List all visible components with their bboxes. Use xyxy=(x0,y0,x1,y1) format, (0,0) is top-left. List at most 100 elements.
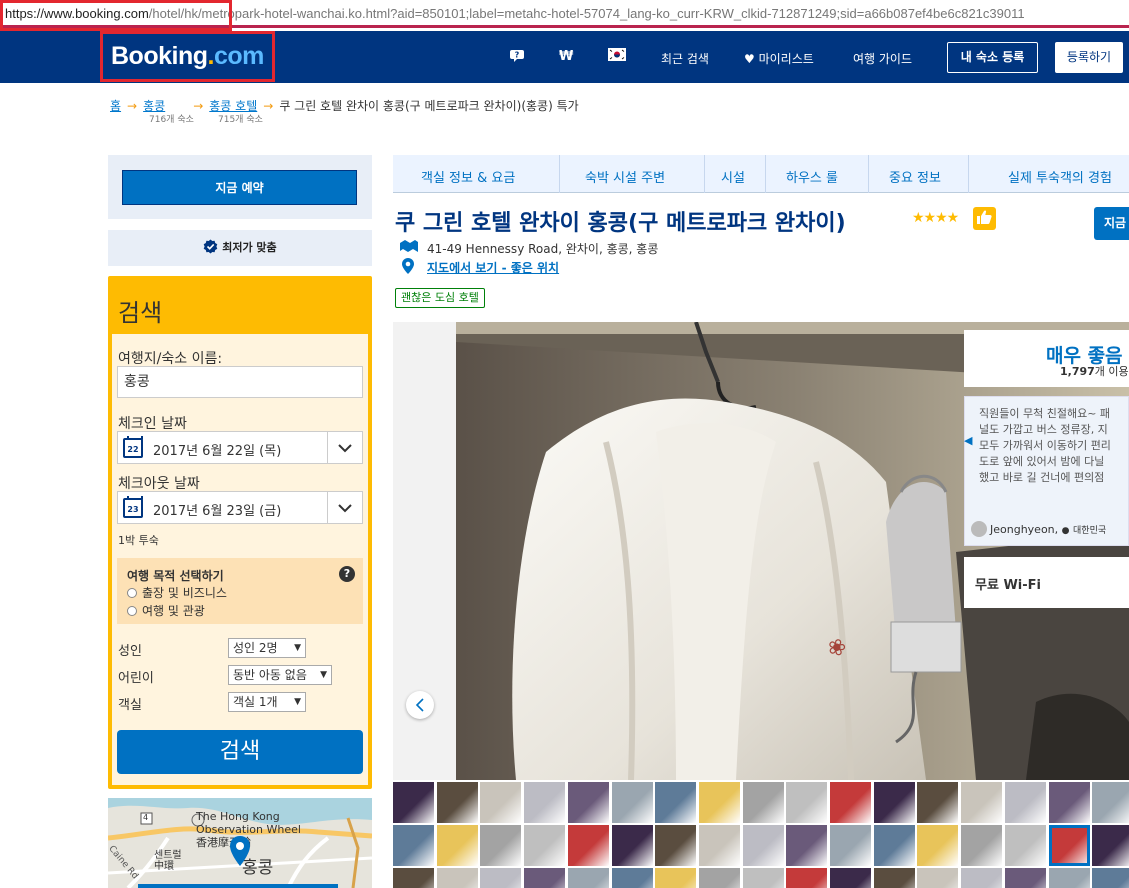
tab-rooms-rates[interactable]: 객실 정보 & 요금 xyxy=(421,167,515,186)
photo-thumbnail[interactable] xyxy=(830,782,871,823)
breadcrumb-home[interactable]: 홈 xyxy=(110,99,121,113)
photo-thumbnail[interactable] xyxy=(873,782,915,823)
photo-thumbnail[interactable] xyxy=(524,825,566,866)
checkout-date-field[interactable]: 23 2017년 6월 23일 (금) xyxy=(117,491,363,524)
rooms-select[interactable]: 객실 1개 ▼ xyxy=(228,692,306,712)
photo-thumbnail[interactable] xyxy=(961,825,1003,866)
breadcrumb-arrow: → xyxy=(193,99,204,113)
photo-thumbnail[interactable] xyxy=(961,782,1003,823)
photo-thumbnail[interactable] xyxy=(917,825,959,866)
photo-thumbnail[interactable] xyxy=(1092,825,1129,866)
hotel-title: 쿠 그린 호텔 완차이 홍콩(구 메트로파크 완차이) xyxy=(395,211,846,236)
photo-thumbnail[interactable] xyxy=(1004,868,1046,888)
search-button[interactable]: 검색 xyxy=(117,730,363,774)
breadcrumb-city[interactable]: 홍콩 xyxy=(143,99,165,113)
photo-thumbnail[interactable] xyxy=(961,868,1003,888)
photo-thumbnail[interactable] xyxy=(393,868,434,888)
help-chat-icon[interactable]: ? xyxy=(509,49,525,67)
photo-thumbnail[interactable] xyxy=(786,782,828,823)
booking-logo[interactable]: Booking.com xyxy=(100,31,275,82)
photo-thumbnail[interactable] xyxy=(698,825,740,866)
tab-surroundings[interactable]: 숙박 시설 주변 xyxy=(585,167,665,186)
recent-searches-link[interactable]: 최근 검색 xyxy=(661,50,709,67)
photo-thumbnail[interactable] xyxy=(873,825,915,866)
photo-thumbnail[interactable] xyxy=(655,782,697,823)
main-hotel-photo[interactable]: ❀ xyxy=(456,322,1129,780)
photo-thumbnail[interactable] xyxy=(480,825,522,866)
photo-thumbnail[interactable] xyxy=(567,782,609,823)
logo-com: com xyxy=(213,42,264,70)
photo-thumbnail[interactable] xyxy=(393,782,434,823)
children-select[interactable]: 동반 아동 없음 ▼ xyxy=(228,665,332,685)
photo-thumbnail[interactable] xyxy=(1048,868,1090,888)
photo-thumbnail[interactable] xyxy=(611,825,653,866)
breadcrumb-hotels[interactable]: 홍콩 호텔 xyxy=(209,99,257,113)
photo-thumbnail[interactable] xyxy=(1004,782,1046,823)
photo-thumbnail[interactable] xyxy=(655,868,697,888)
show-on-map-link[interactable]: 지도에서 보기 - 좋은 위치 xyxy=(427,259,559,276)
mini-map[interactable]: 4 The Hong Kong Observation Wheel 香港摩天輪 … xyxy=(108,798,372,888)
photo-thumbnail[interactable] xyxy=(698,868,740,888)
photo-thumbnail[interactable] xyxy=(830,825,871,866)
korea-flag-icon: ● xyxy=(1061,526,1070,536)
photo-thumbnail[interactable] xyxy=(786,825,828,866)
radio-button[interactable] xyxy=(127,588,137,598)
korea-flag-icon[interactable] xyxy=(608,48,626,65)
photo-thumbnail[interactable] xyxy=(1048,825,1090,866)
photo-thumbnail[interactable] xyxy=(742,868,784,888)
tab-guest-reviews[interactable]: 실제 투숙객의 경험 xyxy=(1008,167,1112,186)
photo-thumbnail[interactable] xyxy=(524,868,566,888)
tab-important-info[interactable]: 중요 정보 xyxy=(889,167,941,186)
chevron-down-icon[interactable] xyxy=(327,432,362,463)
chevron-down-icon[interactable] xyxy=(327,492,362,523)
photo-thumbnail[interactable] xyxy=(1092,782,1129,823)
photo-thumbnail[interactable] xyxy=(1048,782,1090,823)
photo-thumbnail[interactable] xyxy=(611,868,653,888)
photo-thumbnail[interactable] xyxy=(611,782,653,823)
purpose-business-option[interactable]: 출장 및 비즈니스 xyxy=(127,584,227,601)
checkin-date-field[interactable]: 22 2017년 6월 22일 (목) xyxy=(117,431,363,464)
radio-button[interactable] xyxy=(127,606,137,616)
photo-thumbnail[interactable] xyxy=(655,825,697,866)
book-now-button[interactable]: 지금 예약 xyxy=(122,170,357,205)
travel-guide-link[interactable]: 여행 가이드 xyxy=(853,50,912,67)
photo-thumbnail[interactable] xyxy=(567,868,609,888)
photo-thumbnail[interactable] xyxy=(917,782,959,823)
review-score-card[interactable]: 매우 좋음 1,797개 이용 xyxy=(964,330,1129,387)
photo-thumbnail[interactable] xyxy=(480,868,522,888)
photo-thumbnail[interactable] xyxy=(742,825,784,866)
reserve-button-partial[interactable]: 지금 xyxy=(1094,207,1129,240)
purpose-leisure-option[interactable]: 여행 및 관광 xyxy=(127,602,205,619)
photo-thumbnail[interactable] xyxy=(1004,825,1046,866)
photo-thumbnail[interactable] xyxy=(436,782,478,823)
photo-thumbnail[interactable] xyxy=(393,825,434,866)
photo-thumbnail[interactable] xyxy=(698,782,740,823)
check-badge-icon xyxy=(203,233,218,269)
help-icon[interactable]: ? xyxy=(339,566,355,582)
currency-selector[interactable]: ₩ xyxy=(559,49,573,64)
tab-house-rules[interactable]: 하우스 룰 xyxy=(786,167,838,186)
gallery-prev-button[interactable] xyxy=(406,691,434,719)
photo-thumbnail[interactable] xyxy=(873,868,915,888)
register-button[interactable]: 등록하기 xyxy=(1055,42,1123,73)
list-property-button[interactable]: 내 숙소 등록 xyxy=(947,42,1038,73)
photo-thumbnail[interactable] xyxy=(524,782,566,823)
heart-icon: ♥ xyxy=(744,52,755,66)
wishlist-link[interactable]: ♥ 마이리스트 xyxy=(744,50,814,67)
tab-divider xyxy=(765,155,766,193)
checkin-date-value: 2017년 6월 22일 (목) xyxy=(153,444,282,459)
photo-thumbnail[interactable] xyxy=(567,825,609,866)
purpose-business-label: 출장 및 비즈니스 xyxy=(142,586,227,600)
tab-facilities[interactable]: 시설 xyxy=(721,167,745,186)
photo-thumbnail[interactable] xyxy=(436,868,478,888)
adults-select[interactable]: 성인 2명 ▼ xyxy=(228,638,306,658)
featured-review-card[interactable]: 직원들이 무척 친절해요~ 패 널도 가깝고 버스 정류장, 지 모두 가까워서… xyxy=(964,396,1129,546)
photo-thumbnail[interactable] xyxy=(917,868,959,888)
photo-thumbnail[interactable] xyxy=(830,868,871,888)
photo-thumbnail[interactable] xyxy=(436,825,478,866)
photo-thumbnail[interactable] xyxy=(742,782,784,823)
destination-input[interactable]: 홍콩 xyxy=(117,366,363,398)
photo-thumbnail[interactable] xyxy=(1092,868,1129,888)
photo-thumbnail[interactable] xyxy=(480,782,522,823)
photo-thumbnail[interactable] xyxy=(786,868,828,888)
